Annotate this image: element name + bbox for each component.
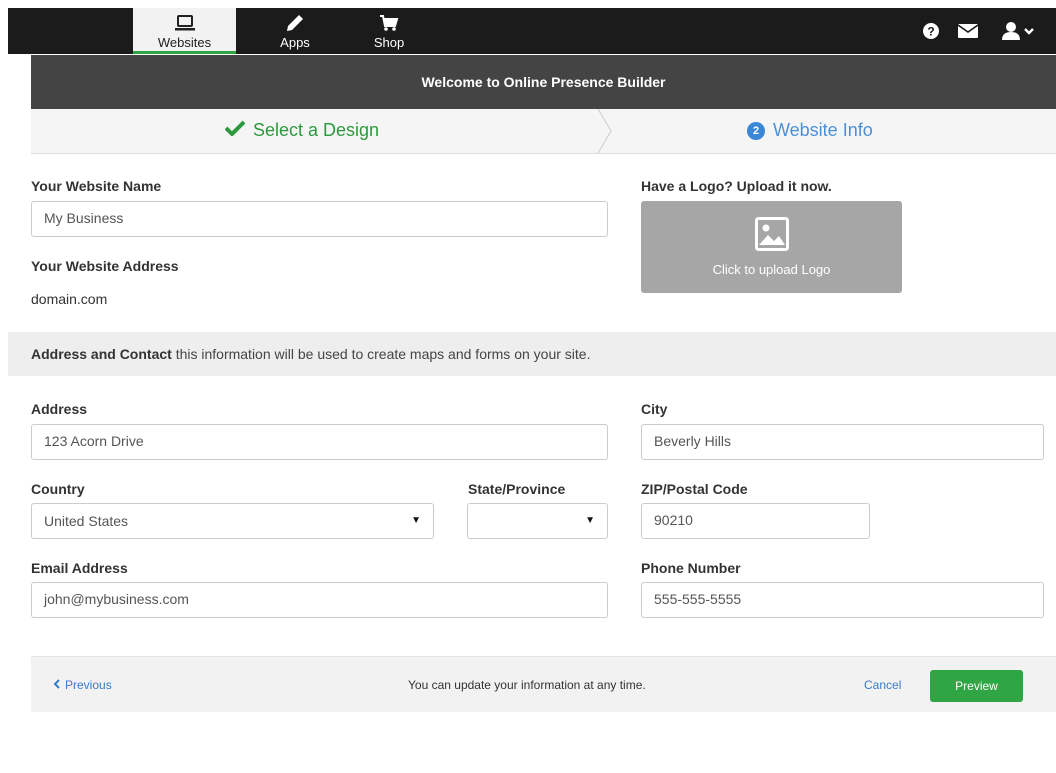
zip-input[interactable]: 90210 <box>641 503 870 539</box>
country-select-value: United States <box>44 513 129 529</box>
nav-websites[interactable]: Websites <box>133 8 236 54</box>
caret-down-icon: ▼ <box>585 515 595 526</box>
page-header: Welcome to Online Presence Builder <box>31 55 1056 109</box>
section-header: Address and Contact this information wil… <box>8 332 1056 376</box>
nav-websites-label: Websites <box>157 35 212 50</box>
section-title: Address and Contact <box>31 346 172 362</box>
wizard-steps: Select a Design 2 Website Info <box>31 109 1056 154</box>
country-select[interactable]: United States ▼ <box>31 503 434 539</box>
step-divider-chevron <box>597 109 612 153</box>
city-label: City <box>641 401 668 417</box>
email-input[interactable]: john@mybusiness.com <box>31 582 608 618</box>
website-address-value: domain.com <box>31 291 108 307</box>
step-number-badge: 2 <box>747 121 765 140</box>
logo-upload-label: Have a Logo? Upload it now. <box>641 178 832 194</box>
website-name-input[interactable]: My Business <box>31 201 608 237</box>
website-name-label: Your Website Name <box>31 178 162 194</box>
svg-text:?: ? <box>927 25 934 39</box>
page-title: Welcome to Online Presence Builder <box>421 74 666 90</box>
previous-label: Previous <box>65 678 112 692</box>
previous-button[interactable]: Previous <box>53 678 112 692</box>
wizard-footer: Previous You can update your information… <box>31 656 1056 712</box>
phone-input[interactable]: 555-555-5555 <box>641 582 1044 618</box>
pencil-icon <box>285 12 305 34</box>
checkmark-icon <box>224 120 246 141</box>
laptop-icon <box>174 12 195 34</box>
upload-logo-label: Click to upload Logo <box>712 262 831 277</box>
image-icon <box>754 217 789 254</box>
step-website-info[interactable]: 2 Website Info <box>747 120 873 141</box>
step-select-design[interactable]: Select a Design <box>224 120 380 141</box>
preview-label: Preview <box>955 679 998 693</box>
city-input[interactable]: Beverly Hills <box>641 424 1044 460</box>
step-select-design-label: Select a Design <box>253 120 380 140</box>
email-label: Email Address <box>31 560 128 576</box>
caret-down-icon: ▼ <box>411 515 421 526</box>
footer-message: You can update your information at any t… <box>408 678 646 692</box>
preview-button[interactable]: Preview <box>930 670 1023 702</box>
upload-logo-button[interactable]: Click to upload Logo <box>641 201 902 293</box>
top-nav-bar: Websites Apps Shop ? <box>8 8 1056 54</box>
website-address-label: Your Website Address <box>31 258 179 274</box>
cancel-button[interactable]: Cancel <box>864 678 901 692</box>
user-menu-icon[interactable] <box>1002 8 1036 54</box>
step-website-info-label: Website Info <box>773 120 873 140</box>
zip-label: ZIP/Postal Code <box>641 481 748 497</box>
nav-shop[interactable]: Shop <box>364 8 414 54</box>
cart-icon <box>379 12 399 34</box>
help-icon[interactable]: ? <box>923 8 939 54</box>
country-label: Country <box>31 481 85 497</box>
state-label: State/Province <box>468 481 566 497</box>
nav-apps-label: Apps <box>280 35 310 50</box>
chevron-left-icon <box>53 678 61 692</box>
state-select[interactable]: ▼ <box>467 503 608 539</box>
phone-label: Phone Number <box>641 560 741 576</box>
address-input[interactable]: 123 Acorn Drive <box>31 424 608 460</box>
nav-apps[interactable]: Apps <box>270 8 320 54</box>
address-label: Address <box>31 401 88 417</box>
nav-shop-label: Shop <box>373 35 405 50</box>
mail-icon[interactable] <box>958 8 978 54</box>
section-description: this information will be used to create … <box>171 346 591 362</box>
